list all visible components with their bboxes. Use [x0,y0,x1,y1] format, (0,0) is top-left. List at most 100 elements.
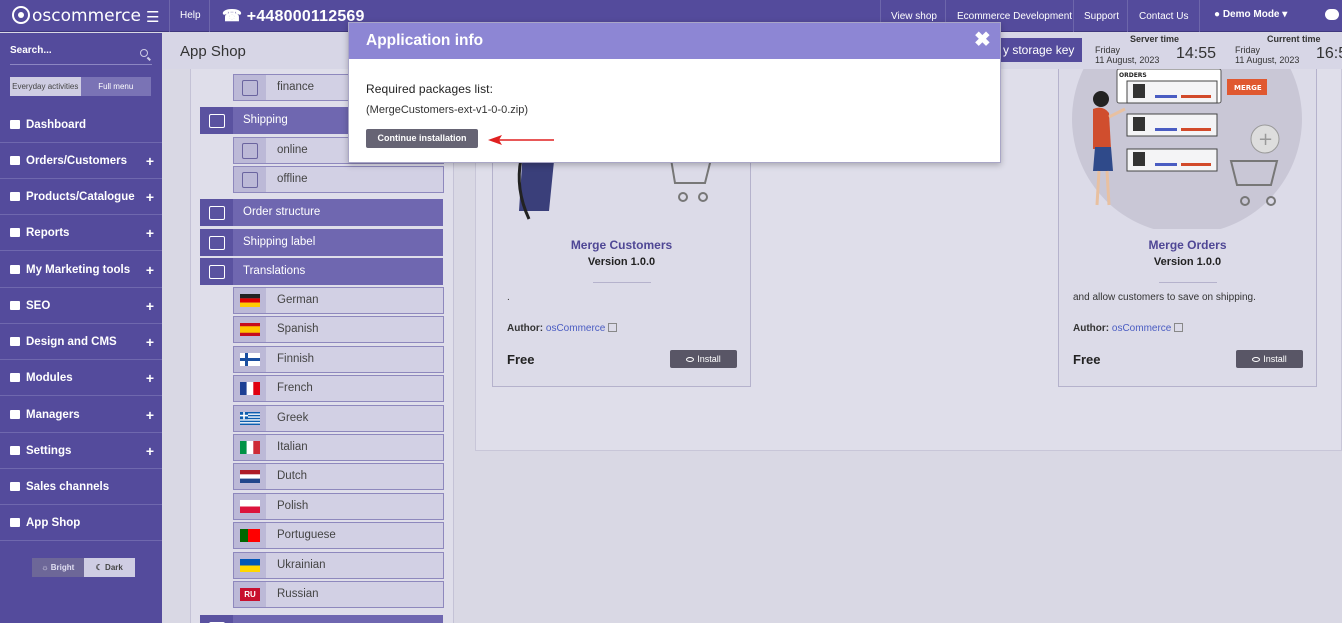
sidebar-item-label: Reports [26,227,70,239]
expand-plus-icon[interactable]: + [146,179,154,215]
continue-installation-button[interactable]: Continue installation [366,129,478,148]
divider [209,0,210,32]
app-description: and allow customers to save on shipping. [1073,292,1256,303]
chat-icon[interactable] [1325,9,1339,20]
app-author: Author: osCommerce [1073,323,1184,334]
brand-logo[interactable]: oscommerce [12,6,141,26]
broken-image-icon [1174,323,1184,332]
ecommerce-development-link[interactable]: Ecommerce Development [957,11,1072,22]
tree-item-french[interactable]: French [233,375,444,403]
tree-item-finnish[interactable]: Finnish [233,345,444,373]
sidebar-item-label: Design and CMS [26,336,117,348]
tree-item-ukrainian[interactable]: Ukrainian [233,551,444,579]
expand-plus-icon[interactable]: + [146,215,154,251]
tree-item-greek[interactable]: Greek [233,404,444,432]
chart-icon [10,228,20,237]
sidebar-item-sales-channels[interactable]: Sales channels [0,469,162,505]
sidebar-item-seo[interactable]: SEO + [0,288,162,324]
storage-key-button[interactable]: y storage key [987,38,1082,62]
tree-group-label: Translations [243,265,306,277]
current-time-label: Current time [1267,34,1321,44]
app-description: . [507,292,510,303]
search-icon[interactable] [140,49,148,57]
tree-item-german[interactable]: German [233,287,444,314]
help-link[interactable]: Help [180,10,201,21]
sidebar-search[interactable]: Search... [10,39,152,65]
sidebar-item-products-catalogue[interactable]: Products/Catalogue + [0,179,162,215]
tree-item-label: German [277,294,319,306]
tree-item-russian[interactable]: RU Russian [233,581,444,608]
page-title: App Shop [180,43,246,60]
install-button[interactable]: Install [1236,350,1303,368]
author-label: Author: [1073,323,1110,334]
app-card-merge-orders: ORDERS MERGE + Merge Orders Version 1.0.… [1058,69,1317,387]
sidebar-item-dashboard[interactable]: Dashboard [0,107,162,143]
oscommerce-logo-icon [12,6,30,24]
current-time: 16:5 [1316,45,1342,62]
sidebar-item-my-marketing-tools[interactable]: My Marketing tools + [0,252,162,288]
tree-item-polish[interactable]: Polish [233,492,444,520]
server-time: 14:55 [1176,45,1217,62]
order-structure-icon [200,199,233,226]
bright-theme-button[interactable]: ☼ Bright [32,558,84,577]
sidebar-item-reports[interactable]: Reports + [0,215,162,251]
tree-item-dutch[interactable]: Dutch [233,463,444,491]
tree-item-italian[interactable]: Italian [233,434,444,461]
gears-icon [10,446,20,455]
full-menu-toggle[interactable]: Full menu [80,77,151,96]
phone-icon: ☎ [222,8,247,25]
sidebar-item-design-and-cms[interactable]: Design and CMS + [0,324,162,360]
app-name[interactable]: Merge Customers [493,238,750,252]
hamburger-menu-icon[interactable]: ☰ [146,8,159,26]
demo-mode-dropdown[interactable]: ● Demo Mode ▾ [1214,9,1287,20]
everyday-activities-toggle[interactable]: Everyday activities [10,77,81,96]
tree-group-shipping-label[interactable]: Shipping label [200,229,443,256]
tree-group-next[interactable] [200,615,443,623]
author-link[interactable]: osCommerce [546,323,605,334]
sidebar-item-label: SEO [26,300,51,312]
sitemap-icon [10,301,20,310]
divider [1127,0,1128,32]
sidebar-item-orders-customers[interactable]: Orders/Customers + [0,143,162,179]
sidebar-item-app-shop[interactable]: App Shop [0,505,162,541]
expand-plus-icon[interactable]: + [146,252,154,288]
tree-group-translations[interactable]: Translations [200,258,443,285]
sidebar-item-managers[interactable]: Managers + [0,397,162,433]
phone-text: +448000112569 [246,8,365,25]
divider [1199,0,1200,32]
tree-group-order-structure[interactable]: Order structure [200,199,443,226]
dark-theme-button[interactable]: ☾ Dark [83,558,135,577]
truck-icon [200,107,233,134]
sidebar-item-label: Modules [26,372,73,384]
tree-group-label: Order structure [243,206,321,218]
sidebar-item-modules[interactable]: Modules + [0,360,162,396]
sidebar-item-settings[interactable]: Settings + [0,433,162,469]
phone-number[interactable]: ☎ +448000112569 [222,6,365,26]
view-shop-link[interactable]: View shop [891,11,937,22]
flag-icon [234,405,266,431]
tree-item-spanish[interactable]: Spanish [233,316,444,344]
expand-plus-icon[interactable]: + [146,288,154,324]
tree-item-offline[interactable]: offline [233,166,444,193]
eye-icon [1252,357,1261,362]
app-name[interactable]: Merge Orders [1059,238,1316,252]
expand-plus-icon[interactable]: + [146,324,154,360]
svg-text:+: + [1258,129,1273,150]
tree-item-label: Dutch [277,470,308,483]
expand-plus-icon[interactable]: + [146,143,154,179]
support-link[interactable]: Support [1084,11,1119,22]
expand-plus-icon[interactable]: + [146,360,154,396]
expand-plus-icon[interactable]: + [146,433,154,469]
close-icon[interactable]: ✖ [974,29,991,51]
tree-item-portuguese[interactable]: Portuguese [233,522,444,550]
moon-icon: ☾ [95,563,106,572]
sidebar-item-label: Sales channels [26,481,110,493]
contact-us-link[interactable]: Contact Us [1139,11,1188,22]
user-icon: ● [1214,9,1223,20]
install-button[interactable]: Install [670,350,737,368]
expand-plus-icon[interactable]: + [146,397,154,433]
search-input[interactable]: Search... [10,45,52,56]
brush-icon [10,337,20,346]
monitor-icon [10,482,20,491]
author-link[interactable]: osCommerce [1112,323,1171,334]
